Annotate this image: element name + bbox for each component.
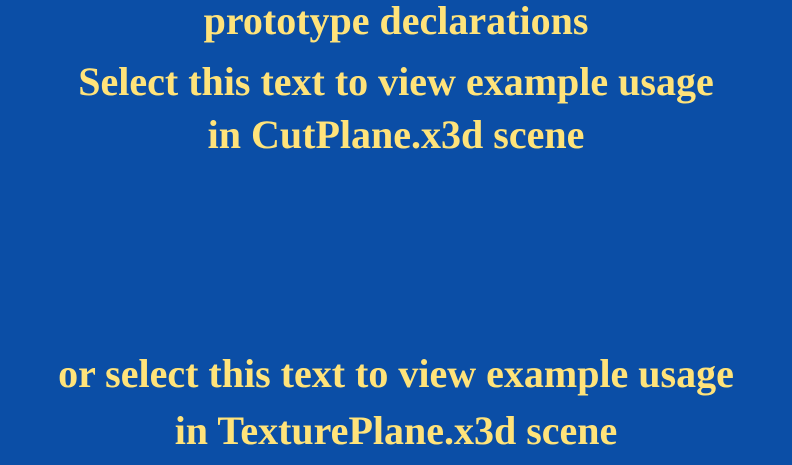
textureplane-link-line-1[interactable]: or select this text to view example usag…	[0, 348, 792, 400]
textureplane-link-line-2[interactable]: in TexturePlane.x3d scene	[0, 405, 792, 457]
cutplane-link-line-1[interactable]: Select this text to view example usage	[0, 56, 792, 108]
prototype-declarations-title: prototype declarations	[203, 0, 589, 43]
cutplane-link-line-2[interactable]: in CutPlane.x3d scene	[0, 109, 792, 161]
x3d-scene-viewport: prototype declarations Select this text …	[0, 0, 792, 465]
